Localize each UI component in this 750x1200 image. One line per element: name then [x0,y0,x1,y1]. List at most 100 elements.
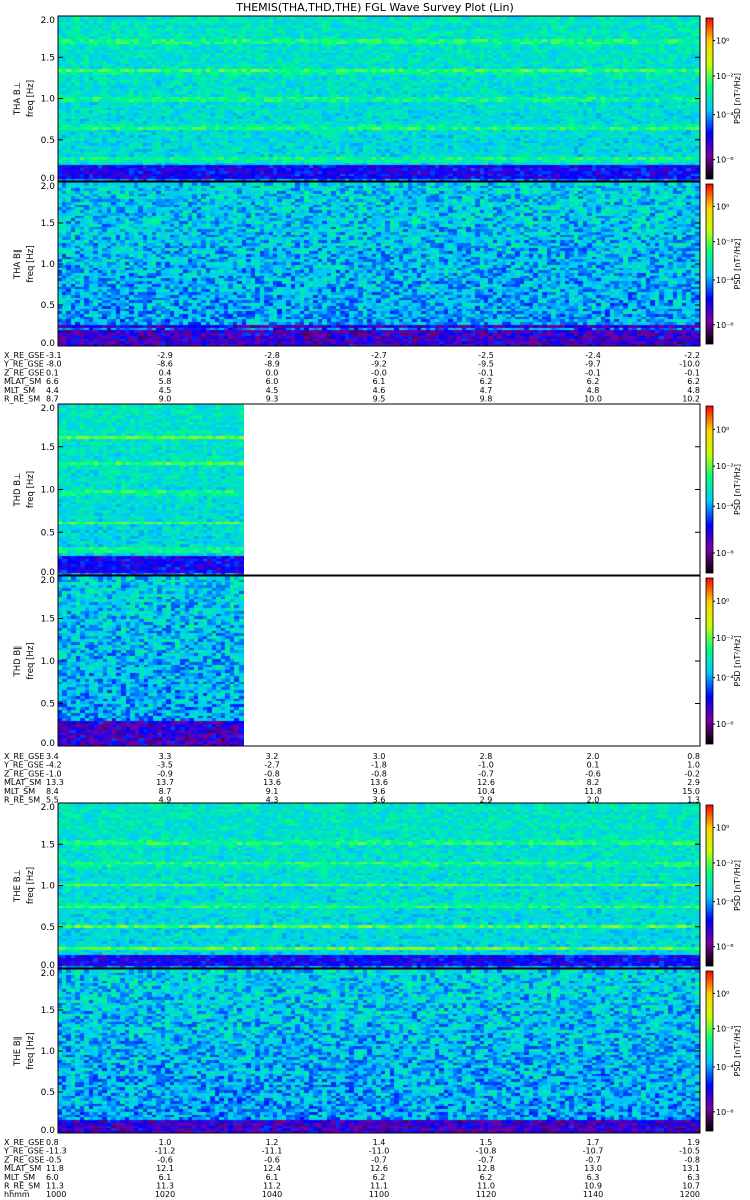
colorbar-tick-label: 10⁰ [716,989,729,998]
spectrogram-canvas [58,803,700,968]
ephemeris-value: 13.6 [263,778,281,787]
ephemeris-value: 9.0 [159,395,172,404]
colorbar-tick-label: 10⁰ [716,824,729,833]
ephemeris-value: 11.8 [584,787,602,796]
ephemeris-value: -2.5 [478,351,494,360]
ephemeris-value: 3.6 [373,796,386,805]
ephemeris-value: 13.3 [46,778,64,787]
ephemeris-row-label: MLT_SM [4,1173,35,1182]
ephemeris-value: -2.7 [264,761,280,770]
ephemeris-value: -0.8 [684,1155,700,1164]
ephemeris-value: 8.7 [46,395,59,404]
colorbar-label: PSD [nT²/Hz] [733,464,742,515]
ephemeris-value: 0.1 [46,368,59,377]
ephemeris-value: 4.5 [266,386,279,395]
ephemeris-value: 2.9 [687,778,700,787]
ephemeris-value: -0.7 [478,1155,494,1164]
ephemeris-value: 12.6 [370,1164,388,1173]
ephemeris-value: 3.4 [46,752,59,761]
ephemeris-value: 9.3 [266,395,279,404]
ephemeris-value: 1.5 [480,1138,493,1147]
ephemeris-value: -0.6 [264,1155,280,1164]
spectrogram-canvas [58,404,244,575]
spectrogram-image [58,404,244,575]
ephemeris-value: 10.2 [682,395,700,404]
ephemeris-value: 6.1 [266,1173,279,1182]
ephemeris-value: 6.1 [373,377,386,386]
ephemeris-value: -10.5 [679,1147,700,1156]
spectrogram-canvas [58,182,700,346]
ephemeris-value: -0.6 [157,1155,173,1164]
ephemeris-row-label: hhmm [4,1190,30,1199]
ephemeris-row-label: Y_RE_GSE [3,360,44,369]
colorbar-tick-label: 10⁻⁴ [716,502,734,511]
ephemeris-row-label: R_RE_SM [4,796,40,805]
ephemeris-value: 4.6 [373,386,386,395]
ephemeris-value: 1.9 [687,1138,700,1147]
ephemeris-value: -1.0 [46,769,62,778]
ephemeris-value: 9.6 [373,787,386,796]
ephemeris-value: -0.5 [46,1155,62,1164]
colorbar-label: PSD [nT²/Hz] [733,860,742,911]
ephemeris-value: -10.0 [679,360,700,369]
panel-name: THA B∥ [13,249,23,280]
ephemeris-value: -0.0 [371,368,387,377]
ephemeris-value: 11.2 [263,1182,281,1191]
y-tick-label: 1.5 [41,1006,55,1016]
ephemeris-value: 2.9 [480,796,493,805]
ephemeris-value: 1140 [583,1190,603,1199]
wave-survey-figure: THEMIS(THA,THD,THE) FGL Wave Survey Plot… [3,1,742,1200]
y-axis-label: freq [Hz] [26,1032,36,1069]
ephemeris-value: 3.2 [266,752,279,761]
ephemeris-row-label: Y_RE_GSE [3,1147,44,1156]
y-tick-label: 2.0 [41,969,56,979]
ephemeris-value: 5.8 [159,377,172,386]
ephemeris-value: 1040 [262,1190,282,1199]
ephemeris-row-label: X_RE_GSE [4,1138,44,1147]
ephemeris-value: -2.8 [264,351,280,360]
y-tick-label: 0.5 [41,301,55,311]
ephemeris-value: 12.4 [263,1164,281,1173]
colorbar-tick-label: 10⁰ [716,202,729,211]
ephemeris-value: -0.7 [478,769,494,778]
y-tick-label: 0.5 [41,700,55,710]
ephemeris-value: 4.5 [159,386,172,395]
spectrogram-panels: 0.00.51.01.52.0THA B⊥ freq [Hz]10⁰10⁻²10⁻… [13,15,742,1136]
spectrogram-image [58,803,700,968]
spectrogram-canvas [58,16,700,181]
ephemeris-value: 4.3 [266,796,279,805]
colorbar [705,405,714,574]
ephemeris-value: 11.3 [46,1182,64,1191]
panel-name: THE B∥ [13,1036,23,1067]
ephemeris-value: -3.5 [157,761,173,770]
colorbar [705,577,714,745]
panel-tha_perp: 0.00.51.01.52.0THA B⊥ freq [Hz]10⁰10⁻²10⁻… [13,15,742,184]
ephemeris-value: 13.6 [370,778,388,787]
ephemeris-row-label: MLAT_SM [4,377,41,386]
y-tick-label: 0.0 [41,739,56,749]
ephemeris-value: 6.2 [687,377,700,386]
ephemeris-value: -0.1 [478,368,494,377]
ephemeris-row-label: R_RE_SM [4,1182,40,1191]
ephemeris-row-label: X_RE_GSE [4,351,44,360]
ephemeris-value: 6.3 [687,1173,700,1182]
ephemeris-value: 0.8 [46,1138,59,1147]
colorbar [705,970,714,1132]
ephemeris-row-label: Z_RE_GSE [4,769,44,778]
colorbar [705,804,714,967]
colorbar-tick-label: 10⁻² [716,462,734,471]
ephemeris-value: -0.8 [371,769,387,778]
ephemeris-row-label: Y_RE_GSE [3,761,44,770]
colorbar-tick-label: 10⁻⁶ [716,720,734,729]
ephemeris-value: 3.3 [159,752,172,761]
ephemeris-value: -9.7 [585,360,601,369]
ephemeris-value: -11.1 [262,1147,283,1156]
y-tick-label: 1.5 [41,219,55,229]
spectrogram-canvas [58,969,700,1133]
y-tick-label: 2.0 [41,182,56,192]
panel-thd_par: 0.0 0.5 1.0 1.5 2.0 THD B∥ freq [Hz] 10⁰ 10⁻² 10⁻… [13,575,742,749]
colorbar-tick-label: 10⁻⁴ [716,898,734,907]
ephemeris-value: 8.7 [159,787,172,796]
y-tick-label: 1.5 [41,840,55,850]
ephemeris-value: 1120 [476,1190,496,1199]
